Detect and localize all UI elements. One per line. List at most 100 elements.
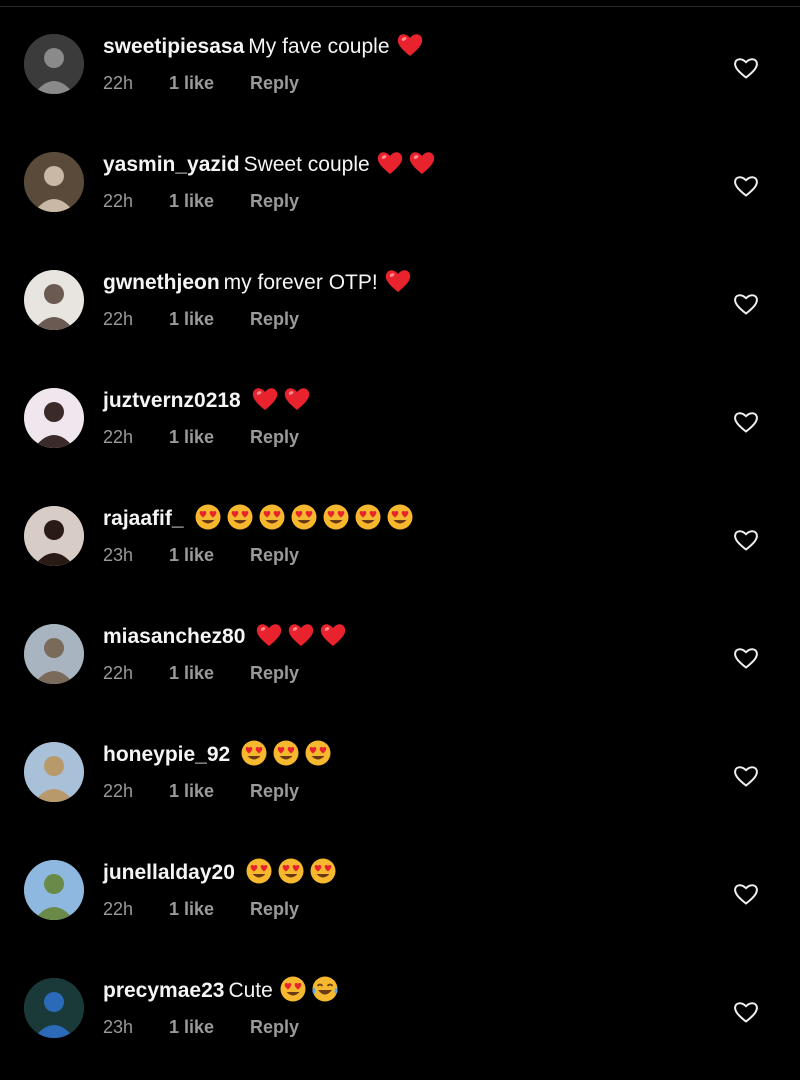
comment-username[interactable]: rajaafif_ bbox=[103, 507, 184, 530]
comment-body: sweetipiesasa My fave couple bbox=[103, 31, 424, 62]
comment-meta: 22h 1 like Reply bbox=[103, 427, 299, 448]
like-count[interactable]: 1 like bbox=[169, 663, 250, 684]
red-heart-emoji bbox=[384, 267, 412, 295]
heart-outline-icon[interactable] bbox=[733, 410, 759, 434]
comment-meta: 22h 1 like Reply bbox=[103, 73, 299, 94]
comment-meta: 22h 1 like Reply bbox=[103, 191, 299, 212]
heart-eyes-emoji bbox=[290, 503, 318, 531]
comment-meta: 22h 1 like Reply bbox=[103, 309, 299, 330]
comment-timestamp: 22h bbox=[103, 781, 134, 801]
reply-button[interactable]: Reply bbox=[250, 309, 299, 330]
comment-body: precymae23 Cute bbox=[103, 975, 339, 1006]
reply-button[interactable]: Reply bbox=[250, 73, 299, 94]
reply-button[interactable]: Reply bbox=[250, 545, 299, 566]
like-count[interactable]: 1 like bbox=[169, 309, 250, 330]
avatar[interactable] bbox=[24, 152, 84, 212]
reply-button[interactable]: Reply bbox=[250, 1017, 299, 1038]
heart-eyes-emoji bbox=[322, 503, 350, 531]
like-count[interactable]: 1 like bbox=[169, 545, 250, 566]
like-count[interactable]: 1 like bbox=[169, 899, 250, 920]
comment-timestamp: 22h bbox=[103, 663, 134, 683]
heart-eyes-emoji bbox=[277, 857, 305, 885]
red-heart-emoji bbox=[319, 621, 347, 649]
comment-body: yasmin_yazid Sweet couple bbox=[103, 149, 436, 180]
comment-row: juztvernz0218 22h 1 like Reply bbox=[0, 354, 800, 472]
comment-row: miasanchez80 22h 1 like Reply bbox=[0, 590, 800, 708]
red-heart-emoji bbox=[287, 621, 315, 649]
red-heart-emoji bbox=[376, 149, 404, 177]
comment-username[interactable]: honeypie_92 bbox=[103, 743, 230, 766]
like-count[interactable]: 1 like bbox=[169, 1017, 250, 1038]
heart-eyes-emoji bbox=[194, 503, 222, 531]
heart-eyes-emoji bbox=[354, 503, 382, 531]
red-heart-emoji bbox=[408, 149, 436, 177]
comment-body: gwnethjeon my forever OTP! bbox=[103, 267, 412, 298]
reply-button[interactable]: Reply bbox=[250, 427, 299, 448]
comment-body: honeypie_92 bbox=[103, 739, 332, 770]
like-count[interactable]: 1 like bbox=[169, 73, 250, 94]
comment-username[interactable]: precymae23 bbox=[103, 979, 224, 1002]
comment-body: miasanchez80 bbox=[103, 621, 347, 652]
comment-timestamp: 22h bbox=[103, 309, 134, 329]
heart-eyes-emoji bbox=[240, 739, 268, 767]
heart-outline-icon[interactable] bbox=[733, 528, 759, 552]
heart-outline-icon[interactable] bbox=[733, 646, 759, 670]
comment-text: Cute bbox=[228, 979, 273, 1002]
comment-body: rajaafif_ bbox=[103, 503, 414, 534]
heart-eyes-emoji bbox=[386, 503, 414, 531]
comment-meta: 23h 1 like Reply bbox=[103, 1017, 299, 1038]
heart-eyes-emoji bbox=[309, 857, 337, 885]
heart-outline-icon[interactable] bbox=[733, 882, 759, 906]
heart-outline-icon[interactable] bbox=[733, 56, 759, 80]
avatar[interactable] bbox=[24, 742, 84, 802]
comment-timestamp: 22h bbox=[103, 73, 134, 93]
heart-outline-icon[interactable] bbox=[733, 764, 759, 788]
comment-timestamp: 23h bbox=[103, 1017, 134, 1037]
heart-eyes-emoji bbox=[304, 739, 332, 767]
reply-button[interactable]: Reply bbox=[250, 663, 299, 684]
avatar[interactable] bbox=[24, 34, 84, 94]
comment-username[interactable]: juztvernz0218 bbox=[103, 389, 241, 412]
like-count[interactable]: 1 like bbox=[169, 781, 250, 802]
comment-timestamp: 22h bbox=[103, 191, 134, 211]
comment-username[interactable]: sweetipiesasa bbox=[103, 35, 244, 58]
reply-button[interactable]: Reply bbox=[250, 191, 299, 212]
comment-meta: 22h 1 like Reply bbox=[103, 663, 299, 684]
avatar[interactable] bbox=[24, 624, 84, 684]
heart-outline-icon[interactable] bbox=[733, 174, 759, 198]
avatar[interactable] bbox=[24, 506, 84, 566]
comment-timestamp: 23h bbox=[103, 545, 134, 565]
comment-text: My fave couple bbox=[248, 35, 390, 58]
comment-username[interactable]: gwnethjeon bbox=[103, 271, 220, 294]
comment-body: junellalday20 bbox=[103, 857, 337, 888]
comment-meta: 22h 1 like Reply bbox=[103, 781, 299, 802]
comment-username[interactable]: junellalday20 bbox=[103, 861, 235, 884]
comment-row: precymae23 Cute 23h 1 like Reply bbox=[0, 944, 800, 1062]
avatar[interactable] bbox=[24, 978, 84, 1038]
comment-text: Sweet couple bbox=[243, 153, 370, 176]
avatar[interactable] bbox=[24, 860, 84, 920]
heart-outline-icon[interactable] bbox=[733, 1000, 759, 1024]
avatar[interactable] bbox=[24, 270, 84, 330]
tears-of-joy-emoji bbox=[311, 975, 339, 1003]
red-heart-emoji bbox=[251, 385, 279, 413]
heart-eyes-emoji bbox=[258, 503, 286, 531]
reply-button[interactable]: Reply bbox=[250, 781, 299, 802]
red-heart-emoji bbox=[255, 621, 283, 649]
comment-row: rajaafif_ 23h 1 like Reply bbox=[0, 472, 800, 590]
heart-eyes-emoji bbox=[272, 739, 300, 767]
heart-outline-icon[interactable] bbox=[733, 292, 759, 316]
comment-text: my forever OTP! bbox=[223, 271, 378, 294]
comment-row: junellalday20 22h 1 like Reply bbox=[0, 826, 800, 944]
like-count[interactable]: 1 like bbox=[169, 191, 250, 212]
reply-button[interactable]: Reply bbox=[250, 899, 299, 920]
comment-body: juztvernz0218 bbox=[103, 385, 311, 416]
heart-eyes-emoji bbox=[245, 857, 273, 885]
comment-row: honeypie_92 22h 1 like Reply bbox=[0, 708, 800, 826]
comment-row: sweetipiesasa My fave couple 22h 1 like Repl… bbox=[0, 0, 800, 118]
comment-row: gwnethjeon my forever OTP! 22h 1 like Reply bbox=[0, 236, 800, 354]
comment-username[interactable]: yasmin_yazid bbox=[103, 153, 240, 176]
like-count[interactable]: 1 like bbox=[169, 427, 250, 448]
avatar[interactable] bbox=[24, 388, 84, 448]
comment-username[interactable]: miasanchez80 bbox=[103, 625, 245, 648]
